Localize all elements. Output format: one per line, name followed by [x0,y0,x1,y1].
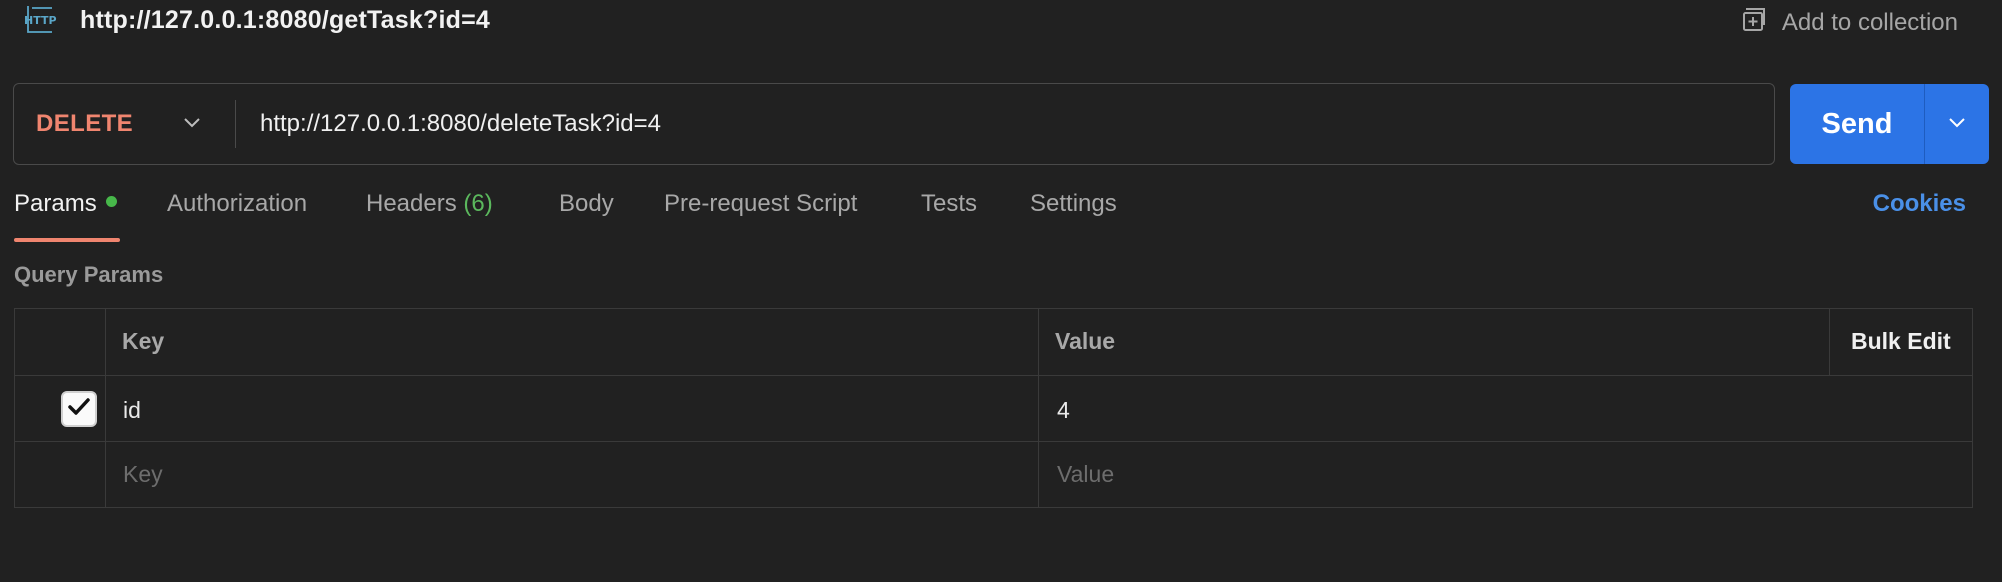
url-divider [235,100,236,148]
request-title[interactable]: http://127.0.0.1:8080/getTask?id=4 [80,6,490,35]
chevron-down-icon [1946,111,1968,138]
param-value-input[interactable] [1057,393,1957,427]
tab-settings[interactable]: Settings [1030,190,1117,244]
table-divider [15,375,1972,376]
param-enabled-checkbox[interactable] [61,391,97,427]
headers-count: (6) [463,190,493,217]
svg-text:HTTP: HTTP [24,14,57,27]
send-button[interactable]: Send [1790,84,1924,164]
add-to-collection-button[interactable]: Add to collection [1740,4,1958,41]
column-header-value: Value [1055,328,1116,354]
tab-headers[interactable]: Headers (6) [366,190,493,244]
table-divider [105,309,106,507]
tab-params-label: Params [14,190,97,217]
method-label: DELETE [36,110,134,137]
param-key-input[interactable] [123,393,1023,427]
query-params-title: Query Params [14,262,164,287]
chevron-down-icon [181,111,203,138]
new-param-key-input[interactable] [123,457,1023,491]
tab-body[interactable]: Body [559,190,614,244]
collection-add-icon [1740,4,1770,41]
table-divider [1829,309,1830,375]
tab-pre-request-script[interactable]: Pre-request Script [664,190,857,244]
add-to-collection-label: Add to collection [1781,8,1958,36]
cookies-link[interactable]: Cookies [1873,190,1966,218]
tab-authorization[interactable]: Authorization [167,190,307,244]
params-active-dot [105,196,117,208]
active-tab-underline [14,238,120,242]
url-bar: DELETE [13,83,1775,165]
send-button-group: Send [1790,84,1989,164]
checkmark-icon [66,394,92,425]
send-options-button[interactable] [1925,84,1989,164]
query-params-table: Key Value Bulk Edit [14,308,1973,508]
bulk-edit-button[interactable]: Bulk Edit [1851,328,1951,355]
tab-headers-label: Headers [366,190,457,217]
tab-tests[interactable]: Tests [921,190,977,244]
tab-params[interactable]: Params [14,190,120,244]
column-header-key: Key [122,328,165,354]
request-title-bar: HTTP http://127.0.0.1:8080/getTask?id=4 … [0,0,2002,50]
method-select[interactable]: DELETE [36,84,203,164]
url-input[interactable] [260,102,1740,146]
table-divider [15,441,1972,442]
table-divider [1038,309,1039,507]
new-param-value-input[interactable] [1057,457,1957,491]
http-icon: HTTP [22,2,58,38]
